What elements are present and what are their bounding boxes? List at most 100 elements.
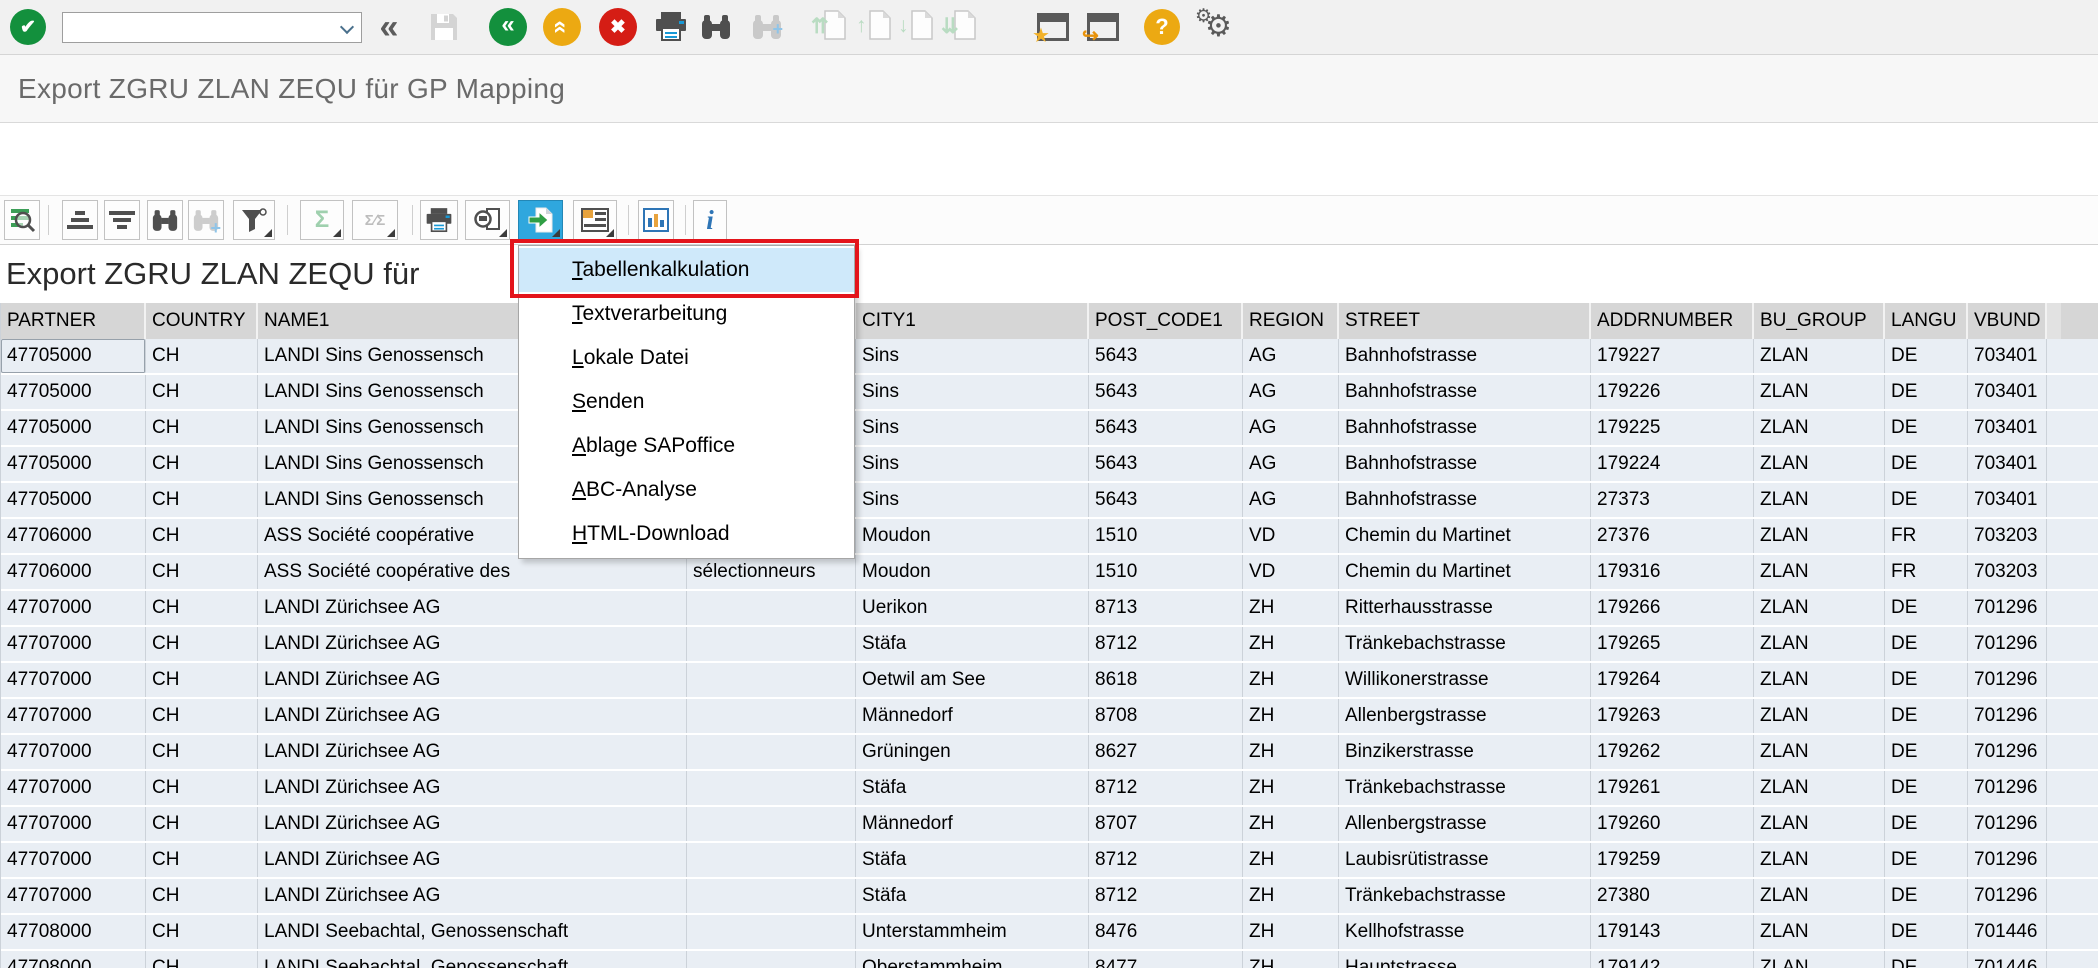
cell-name2[interactable] [687,627,856,661]
filter-icon[interactable] [233,200,275,240]
cell-langu[interactable]: DE [1885,627,1968,661]
cell-city1[interactable]: Sins [856,375,1089,409]
cell-vbund[interactable]: 701446 [1968,951,2047,968]
cell-addrnumber[interactable]: 179263 [1591,699,1754,733]
cell-city1[interactable]: Sins [856,483,1089,517]
cell-langu[interactable]: FR [1885,555,1968,589]
cell-langu[interactable]: DE [1885,735,1968,769]
cell-addrnumber[interactable]: 179316 [1591,555,1754,589]
cell-street[interactable]: Bahnhofstrasse [1339,411,1591,445]
cancel-icon[interactable]: ✖ [599,8,637,46]
cell-name2[interactable] [687,951,856,968]
cell-langu[interactable]: DE [1885,771,1968,805]
cell-vbund[interactable]: 703401 [1968,483,2047,517]
cell-langu[interactable]: DE [1885,843,1968,877]
cell-city1[interactable]: Stäfa [856,771,1089,805]
cell-country[interactable]: CH [146,339,258,373]
cell-name2[interactable] [687,807,856,841]
cell-addrnumber[interactable]: 179225 [1591,411,1754,445]
back-icon[interactable]: « [489,8,527,46]
cell-street[interactable]: Laubisrütistrasse [1339,843,1591,877]
cell-bu_group[interactable]: ZLAN [1754,951,1885,968]
cell-bu_group[interactable]: ZLAN [1754,915,1885,949]
cell-city1[interactable]: Stäfa [856,843,1089,877]
cell-langu[interactable]: DE [1885,699,1968,733]
cell-region[interactable]: ZH [1243,807,1339,841]
cell-region[interactable]: ZH [1243,879,1339,913]
column-header-langu[interactable]: LANGU [1885,303,1968,339]
cell-partner[interactable]: 47707000 [1,627,146,661]
cell-partner[interactable]: 47707000 [1,807,146,841]
cell-vbund[interactable]: 701296 [1968,807,2047,841]
cell-post_code1[interactable]: 8712 [1089,771,1243,805]
cell-partner[interactable]: 47705000 [1,375,146,409]
cell-addrnumber[interactable]: 179143 [1591,915,1754,949]
cell-name1[interactable]: ASS Société coopérative des [258,555,687,589]
cell-country[interactable]: CH [146,375,258,409]
collapse-toolbar-icon[interactable]: « [374,10,404,44]
cell-country[interactable]: CH [146,555,258,589]
cell-partner[interactable]: 47705000 [1,339,146,373]
print-preview-icon[interactable] [465,200,510,240]
cell-vbund[interactable]: 701296 [1968,771,2047,805]
column-header-bu_group[interactable]: BU_GROUP [1754,303,1885,339]
cell-partner[interactable]: 47707000 [1,663,146,697]
cell-region[interactable]: ZH [1243,663,1339,697]
cell-name1[interactable]: LANDI Zürichsee AG [258,627,687,661]
cell-city1[interactable]: Uerikon [856,591,1089,625]
cell-bu_group[interactable]: ZLAN [1754,411,1885,445]
table-row[interactable]: 47707000CHLANDI Zürichsee AGOetwil am Se… [1,663,2098,699]
help-icon[interactable]: ? [1144,9,1180,45]
cell-vbund[interactable]: 701296 [1968,735,2047,769]
cell-street[interactable]: Tränkebachstrasse [1339,627,1591,661]
cell-langu[interactable]: DE [1885,591,1968,625]
cell-addrnumber[interactable]: 179261 [1591,771,1754,805]
cell-region[interactable]: ZH [1243,591,1339,625]
cell-country[interactable]: CH [146,663,258,697]
table-row[interactable]: 47707000CHLANDI Zürichsee AGStäfa8712ZHT… [1,627,2098,663]
cell-post_code1[interactable]: 1510 [1089,519,1243,553]
cell-name2[interactable]: sélectionneurs [687,555,856,589]
cell-partner[interactable]: 47708000 [1,915,146,949]
cell-name1[interactable]: LANDI Zürichsee AG [258,663,687,697]
cell-partner[interactable]: 47708000 [1,951,146,968]
cell-region[interactable]: ZH [1243,771,1339,805]
cell-post_code1[interactable]: 5643 [1089,483,1243,517]
table-row[interactable]: 47705000CHLANDI Sins GenossenschSins5643… [1,339,2098,375]
new-session-icon[interactable]: ↪ [1083,13,1123,41]
cell-street[interactable]: Allenbergstrasse [1339,807,1591,841]
cell-addrnumber[interactable]: 179266 [1591,591,1754,625]
cell-region[interactable]: ZH [1243,843,1339,877]
cell-addrnumber[interactable]: 179226 [1591,375,1754,409]
graphic-icon[interactable] [638,200,674,240]
cell-street[interactable]: Tränkebachstrasse [1339,771,1591,805]
cell-bu_group[interactable]: ZLAN [1754,447,1885,481]
cell-post_code1[interactable]: 8707 [1089,807,1243,841]
cell-vbund[interactable]: 701296 [1968,843,2047,877]
table-row[interactable]: 47707000CHLANDI Zürichsee AGMännedorf870… [1,807,2098,843]
cell-name1[interactable]: LANDI Zürichsee AG [258,591,687,625]
cell-partner[interactable]: 47705000 [1,483,146,517]
cell-region[interactable]: ZH [1243,699,1339,733]
cell-bu_group[interactable]: ZLAN [1754,879,1885,913]
column-header-street[interactable]: STREET [1339,303,1591,339]
choose-layout-icon[interactable] [573,200,617,240]
cell-addrnumber[interactable]: 179227 [1591,339,1754,373]
cell-vbund[interactable]: 703203 [1968,519,2047,553]
cell-langu[interactable]: FR [1885,519,1968,553]
cell-street[interactable]: Bahnhofstrasse [1339,447,1591,481]
cell-langu[interactable]: DE [1885,915,1968,949]
cell-addrnumber[interactable]: 27376 [1591,519,1754,553]
table-row[interactable]: 47706000CHASS Société coopérativeMoudon1… [1,519,2098,555]
cell-city1[interactable]: Männedorf [856,807,1089,841]
cell-post_code1[interactable]: 8618 [1089,663,1243,697]
cell-name1[interactable]: LANDI Zürichsee AG [258,771,687,805]
cell-vbund[interactable]: 703401 [1968,447,2047,481]
cell-post_code1[interactable]: 8476 [1089,915,1243,949]
table-row[interactable]: 47705000CHLANDI Sins GenossenschSins5643… [1,447,2098,483]
cell-city1[interactable]: Stäfa [856,627,1089,661]
cell-partner[interactable]: 47707000 [1,735,146,769]
cell-city1[interactable]: Unterstammheim [856,915,1089,949]
cell-partner[interactable]: 47707000 [1,843,146,877]
cell-region[interactable]: AG [1243,339,1339,373]
